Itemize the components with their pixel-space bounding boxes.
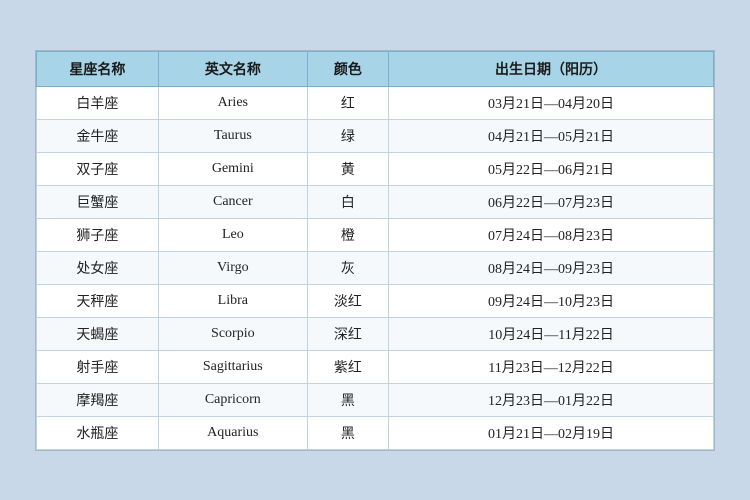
table-row: 射手座Sagittarius紫红11月23日—12月22日	[37, 350, 714, 383]
zodiac-table: 星座名称 英文名称 颜色 出生日期（阳历） 白羊座Aries红03月21日—04…	[36, 51, 714, 450]
header-date: 出生日期（阳历）	[389, 51, 714, 86]
cell-en: Virgo	[158, 251, 307, 284]
cell-cn: 巨蟹座	[37, 185, 159, 218]
table-row: 天秤座Libra淡红09月24日—10月23日	[37, 284, 714, 317]
cell-date: 06月22日—07月23日	[389, 185, 714, 218]
cell-date: 10月24日—11月22日	[389, 317, 714, 350]
cell-cn: 摩羯座	[37, 383, 159, 416]
cell-date: 09月24日—10月23日	[389, 284, 714, 317]
cell-en: Libra	[158, 284, 307, 317]
cell-color: 紫红	[307, 350, 388, 383]
cell-color: 黑	[307, 416, 388, 449]
cell-cn: 狮子座	[37, 218, 159, 251]
header-cn: 星座名称	[37, 51, 159, 86]
cell-color: 橙	[307, 218, 388, 251]
cell-en: Scorpio	[158, 317, 307, 350]
cell-cn: 双子座	[37, 152, 159, 185]
cell-date: 11月23日—12月22日	[389, 350, 714, 383]
cell-en: Capricorn	[158, 383, 307, 416]
cell-color: 红	[307, 86, 388, 119]
cell-date: 12月23日—01月22日	[389, 383, 714, 416]
cell-color: 黑	[307, 383, 388, 416]
cell-en: Sagittarius	[158, 350, 307, 383]
cell-cn: 金牛座	[37, 119, 159, 152]
cell-cn: 水瓶座	[37, 416, 159, 449]
cell-cn: 白羊座	[37, 86, 159, 119]
table-row: 金牛座Taurus绿04月21日—05月21日	[37, 119, 714, 152]
table-row: 白羊座Aries红03月21日—04月20日	[37, 86, 714, 119]
cell-en: Taurus	[158, 119, 307, 152]
cell-date: 05月22日—06月21日	[389, 152, 714, 185]
table-row: 摩羯座Capricorn黑12月23日—01月22日	[37, 383, 714, 416]
table-row: 天蝎座Scorpio深红10月24日—11月22日	[37, 317, 714, 350]
cell-en: Aquarius	[158, 416, 307, 449]
cell-date: 07月24日—08月23日	[389, 218, 714, 251]
table-row: 巨蟹座Cancer白06月22日—07月23日	[37, 185, 714, 218]
header-color: 颜色	[307, 51, 388, 86]
table-header-row: 星座名称 英文名称 颜色 出生日期（阳历）	[37, 51, 714, 86]
cell-en: Aries	[158, 86, 307, 119]
table-row: 双子座Gemini黄05月22日—06月21日	[37, 152, 714, 185]
zodiac-table-wrapper: 星座名称 英文名称 颜色 出生日期（阳历） 白羊座Aries红03月21日—04…	[35, 50, 715, 451]
cell-color: 绿	[307, 119, 388, 152]
table-row: 水瓶座Aquarius黑01月21日—02月19日	[37, 416, 714, 449]
cell-en: Leo	[158, 218, 307, 251]
cell-color: 淡红	[307, 284, 388, 317]
cell-en: Cancer	[158, 185, 307, 218]
header-en: 英文名称	[158, 51, 307, 86]
cell-en: Gemini	[158, 152, 307, 185]
table-row: 处女座Virgo灰08月24日—09月23日	[37, 251, 714, 284]
cell-color: 深红	[307, 317, 388, 350]
cell-color: 灰	[307, 251, 388, 284]
cell-date: 01月21日—02月19日	[389, 416, 714, 449]
cell-color: 白	[307, 185, 388, 218]
cell-cn: 射手座	[37, 350, 159, 383]
cell-date: 03月21日—04月20日	[389, 86, 714, 119]
cell-color: 黄	[307, 152, 388, 185]
cell-date: 04月21日—05月21日	[389, 119, 714, 152]
cell-cn: 天秤座	[37, 284, 159, 317]
table-row: 狮子座Leo橙07月24日—08月23日	[37, 218, 714, 251]
cell-cn: 处女座	[37, 251, 159, 284]
cell-date: 08月24日—09月23日	[389, 251, 714, 284]
cell-cn: 天蝎座	[37, 317, 159, 350]
